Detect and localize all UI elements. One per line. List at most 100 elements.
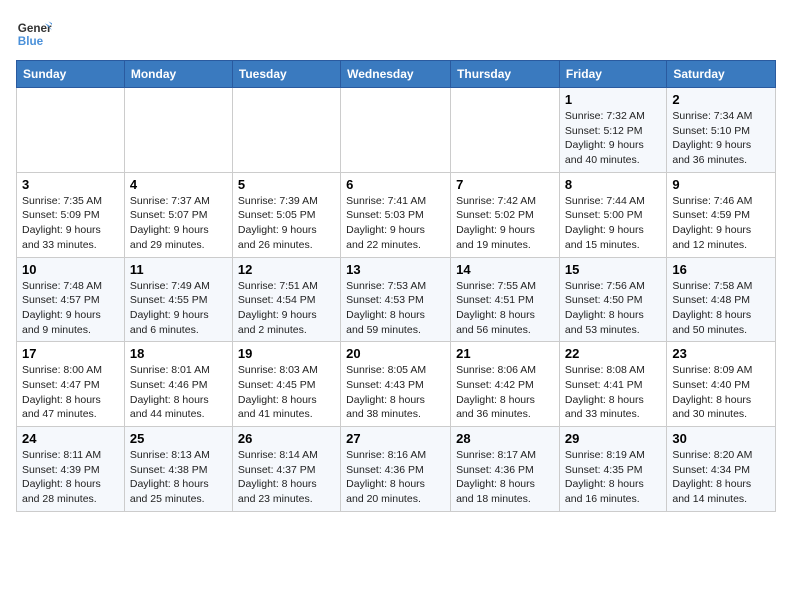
day-info: Sunrise: 8:13 AM Sunset: 4:38 PM Dayligh… [130,448,227,507]
day-info: Sunrise: 7:32 AM Sunset: 5:12 PM Dayligh… [565,109,661,168]
day-info: Sunrise: 8:00 AM Sunset: 4:47 PM Dayligh… [22,363,119,422]
calendar-cell: 19Sunrise: 8:03 AM Sunset: 4:45 PM Dayli… [232,342,340,427]
day-number: 25 [130,431,227,446]
weekday-header-cell: Sunday [17,61,125,88]
calendar-cell: 16Sunrise: 7:58 AM Sunset: 4:48 PM Dayli… [667,257,776,342]
day-number: 26 [238,431,335,446]
day-info: Sunrise: 7:56 AM Sunset: 4:50 PM Dayligh… [565,279,661,338]
weekday-header-cell: Saturday [667,61,776,88]
day-number: 12 [238,262,335,277]
day-number: 21 [456,346,554,361]
day-number: 23 [672,346,770,361]
calendar-cell: 25 Sunrise: 8:13 AM Sunset: 4:38 PM Dayli… [124,427,232,512]
day-number: 5 [238,177,335,192]
day-info: Sunrise: 7:55 AM Sunset: 4:51 PM Dayligh… [456,279,554,338]
day-number: 28 [456,431,554,446]
calendar-cell: 29Sunrise: 8:19 AM Sunset: 4:35 PM Dayli… [559,427,666,512]
calendar-cell: 17 Sunrise: 8:00 AM Sunset: 4:47 PM Dayli… [17,342,125,427]
day-info: Sunrise: 8:20 AM Sunset: 4:34 PM Dayligh… [672,448,770,507]
calendar-cell: 3 Sunrise: 7:35 AM Sunset: 5:09 PM Daylig… [17,172,125,257]
day-info: Sunrise: 8:01 AM Sunset: 4:46 PM Dayligh… [130,363,227,422]
weekday-header-row: SundayMondayTuesdayWednesdayThursdayFrid… [17,61,776,88]
day-number: 1 [565,92,661,107]
day-number: 24 [22,431,119,446]
calendar-cell: 28 Sunrise: 8:17 AM Sunset: 4:36 PM Dayli… [451,427,560,512]
calendar-cell: 8 Sunrise: 7:44 AM Sunset: 5:00 PM Daylig… [559,172,666,257]
day-number: 20 [346,346,445,361]
logo-icon: General Blue [16,16,52,52]
day-number: 13 [346,262,445,277]
weekday-header-cell: Friday [559,61,666,88]
calendar-cell: 26 Sunrise: 8:14 AM Sunset: 4:37 PM Dayli… [232,427,340,512]
calendar-cell: 14Sunrise: 7:55 AM Sunset: 4:51 PM Dayli… [451,257,560,342]
weekday-header-cell: Wednesday [341,61,451,88]
day-number: 11 [130,262,227,277]
day-number: 6 [346,177,445,192]
calendar-cell: 30 Sunrise: 8:20 AM Sunset: 4:34 PM Dayli… [667,427,776,512]
calendar-cell: 15 Sunrise: 7:56 AM Sunset: 4:50 PM Dayli… [559,257,666,342]
day-info: Sunrise: 8:05 AM Sunset: 4:43 PM Dayligh… [346,363,445,422]
day-info: Sunrise: 7:39 AM Sunset: 5:05 PM Dayligh… [238,194,335,253]
calendar-cell: 13Sunrise: 7:53 AM Sunset: 4:53 PM Dayli… [341,257,451,342]
calendar-cell: 12 Sunrise: 7:51 AM Sunset: 4:54 PM Dayli… [232,257,340,342]
day-info: Sunrise: 8:17 AM Sunset: 4:36 PM Dayligh… [456,448,554,507]
calendar-cell: 10 Sunrise: 7:48 AM Sunset: 4:57 PM Dayli… [17,257,125,342]
calendar-cell: 4 Sunrise: 7:37 AM Sunset: 5:07 PM Daylig… [124,172,232,257]
calendar-cell: 9 Sunrise: 7:46 AM Sunset: 4:59 PM Daylig… [667,172,776,257]
calendar-cell [341,88,451,173]
day-info: Sunrise: 7:42 AM Sunset: 5:02 PM Dayligh… [456,194,554,253]
calendar-cell: 7 Sunrise: 7:42 AM Sunset: 5:02 PM Daylig… [451,172,560,257]
day-number: 16 [672,262,770,277]
calendar-week-row: 3 Sunrise: 7:35 AM Sunset: 5:09 PM Daylig… [17,172,776,257]
day-number: 22 [565,346,661,361]
weekday-header-cell: Thursday [451,61,560,88]
calendar-cell: 24 Sunrise: 8:11 AM Sunset: 4:39 PM Dayli… [17,427,125,512]
calendar-cell: 1 Sunrise: 7:32 AM Sunset: 5:12 PM Daylig… [559,88,666,173]
calendar-cell: 5 Sunrise: 7:39 AM Sunset: 5:05 PM Daylig… [232,172,340,257]
calendar-cell: 21 Sunrise: 8:06 AM Sunset: 4:42 PM Dayli… [451,342,560,427]
calendar-cell: 11 Sunrise: 7:49 AM Sunset: 4:55 PM Dayli… [124,257,232,342]
calendar-week-row: 10 Sunrise: 7:48 AM Sunset: 4:57 PM Dayli… [17,257,776,342]
day-number: 15 [565,262,661,277]
weekday-header-cell: Monday [124,61,232,88]
day-number: 27 [346,431,445,446]
day-info: Sunrise: 7:41 AM Sunset: 5:03 PM Dayligh… [346,194,445,253]
day-number: 3 [22,177,119,192]
svg-text:General: General [18,22,52,35]
day-info: Sunrise: 7:46 AM Sunset: 4:59 PM Dayligh… [672,194,770,253]
calendar-cell: 23Sunrise: 8:09 AM Sunset: 4:40 PM Dayli… [667,342,776,427]
day-number: 4 [130,177,227,192]
day-number: 29 [565,431,661,446]
header: General Blue [16,16,776,52]
day-number: 18 [130,346,227,361]
day-info: Sunrise: 8:14 AM Sunset: 4:37 PM Dayligh… [238,448,335,507]
day-info: Sunrise: 8:03 AM Sunset: 4:45 PM Dayligh… [238,363,335,422]
day-info: Sunrise: 8:16 AM Sunset: 4:36 PM Dayligh… [346,448,445,507]
day-info: Sunrise: 7:44 AM Sunset: 5:00 PM Dayligh… [565,194,661,253]
day-number: 8 [565,177,661,192]
logo: General Blue [16,16,52,52]
calendar-cell: 18 Sunrise: 8:01 AM Sunset: 4:46 PM Dayli… [124,342,232,427]
day-number: 7 [456,177,554,192]
day-number: 17 [22,346,119,361]
day-number: 9 [672,177,770,192]
weekday-header-cell: Tuesday [232,61,340,88]
day-info: Sunrise: 7:37 AM Sunset: 5:07 PM Dayligh… [130,194,227,253]
calendar-cell: 20 Sunrise: 8:05 AM Sunset: 4:43 PM Dayli… [341,342,451,427]
calendar-cell [451,88,560,173]
calendar-cell: 27 Sunrise: 8:16 AM Sunset: 4:36 PM Dayli… [341,427,451,512]
day-info: Sunrise: 7:49 AM Sunset: 4:55 PM Dayligh… [130,279,227,338]
calendar-cell [232,88,340,173]
day-info: Sunrise: 7:51 AM Sunset: 4:54 PM Dayligh… [238,279,335,338]
calendar-cell: 2Sunrise: 7:34 AM Sunset: 5:10 PM Daylig… [667,88,776,173]
day-info: Sunrise: 7:35 AM Sunset: 5:09 PM Dayligh… [22,194,119,253]
day-info: Sunrise: 8:08 AM Sunset: 4:41 PM Dayligh… [565,363,661,422]
calendar-cell: 22 Sunrise: 8:08 AM Sunset: 4:41 PM Dayli… [559,342,666,427]
calendar-cell [124,88,232,173]
day-info: Sunrise: 7:48 AM Sunset: 4:57 PM Dayligh… [22,279,119,338]
day-info: Sunrise: 8:11 AM Sunset: 4:39 PM Dayligh… [22,448,119,507]
day-info: Sunrise: 8:06 AM Sunset: 4:42 PM Dayligh… [456,363,554,422]
day-number: 30 [672,431,770,446]
calendar-cell: 6 Sunrise: 7:41 AM Sunset: 5:03 PM Daylig… [341,172,451,257]
day-number: 10 [22,262,119,277]
